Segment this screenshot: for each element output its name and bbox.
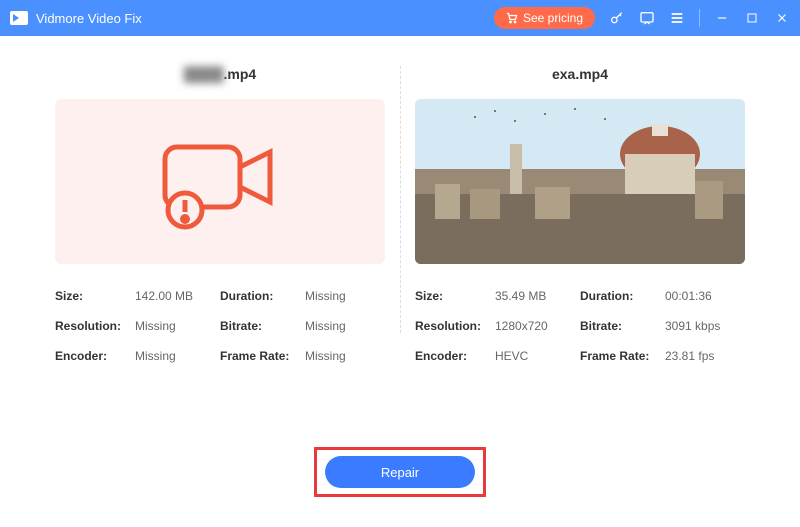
broken-thumbnail: [55, 99, 385, 264]
encoder-label: Encoder:: [415, 349, 495, 363]
sample-filename: exa.mp4: [415, 66, 745, 84]
titlebar: Vidmore Video Fix See pricing: [0, 0, 800, 36]
bitrate-value: 3091 kbps: [665, 319, 745, 333]
framerate-value: Missing: [305, 349, 385, 363]
sample-video-panel: exa.mp4 Si: [415, 66, 745, 363]
size-value: 142.00 MB: [135, 289, 220, 303]
maximize-button[interactable]: [744, 10, 760, 26]
bitrate-value: Missing: [305, 319, 385, 333]
key-icon[interactable]: [609, 10, 625, 26]
see-pricing-button[interactable]: See pricing: [494, 7, 595, 29]
titlebar-divider: [699, 9, 700, 27]
size-label: Size:: [415, 289, 495, 303]
encoder-label: Encoder:: [55, 349, 135, 363]
duration-label: Duration:: [580, 289, 665, 303]
resolution-value: 1280x720: [495, 319, 580, 333]
app-title: Vidmore Video Fix: [36, 11, 142, 26]
duration-label: Duration:: [220, 289, 305, 303]
repair-highlight: Repair: [314, 447, 486, 497]
main-content: ████.mp4 Size: 142.00 MB Duration:: [0, 36, 800, 363]
pricing-label: See pricing: [523, 11, 583, 25]
duration-value: Missing: [305, 289, 385, 303]
menu-icon[interactable]: [669, 10, 685, 26]
vertical-divider: [400, 66, 401, 333]
broken-metadata: Size: 142.00 MB Duration: Missing Resolu…: [55, 289, 385, 363]
framerate-value: 23.81 fps: [665, 349, 745, 363]
close-button[interactable]: [774, 10, 790, 26]
repair-button[interactable]: Repair: [325, 456, 475, 488]
app-logo-icon: [10, 11, 28, 25]
duration-value: 00:01:36: [665, 289, 745, 303]
bitrate-label: Bitrate:: [220, 319, 305, 333]
broken-filename: ████.mp4: [55, 66, 385, 84]
size-label: Size:: [55, 289, 135, 303]
sample-metadata: Size: 35.49 MB Duration: 00:01:36 Resolu…: [415, 289, 745, 363]
sample-thumbnail: [415, 99, 745, 264]
encoder-value: Missing: [135, 349, 220, 363]
resolution-label: Resolution:: [55, 319, 135, 333]
resolution-label: Resolution:: [415, 319, 495, 333]
app-window: Vidmore Video Fix See pricing: [0, 0, 800, 527]
size-value: 35.49 MB: [495, 289, 580, 303]
resolution-value: Missing: [135, 319, 220, 333]
framerate-label: Frame Rate:: [580, 349, 665, 363]
broken-video-panel: ████.mp4 Size: 142.00 MB Duration:: [55, 66, 385, 363]
cart-icon: [506, 12, 518, 24]
minimize-button[interactable]: [714, 10, 730, 26]
encoder-value: HEVC: [495, 349, 580, 363]
footer: Repair: [0, 447, 800, 497]
broken-video-icon: [155, 132, 285, 232]
framerate-label: Frame Rate:: [220, 349, 305, 363]
bitrate-label: Bitrate:: [580, 319, 665, 333]
feedback-icon[interactable]: [639, 10, 655, 26]
